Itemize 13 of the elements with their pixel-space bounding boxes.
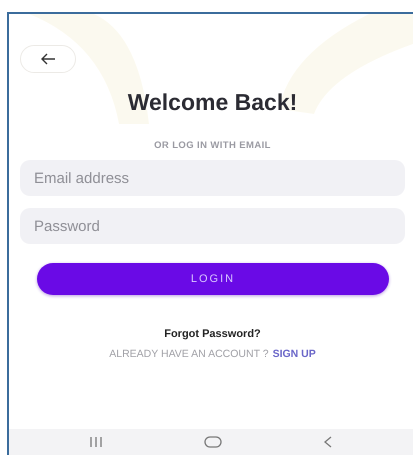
login-button[interactable]: LOGIN — [37, 263, 389, 295]
forgot-password-link[interactable]: Forgot Password? — [164, 328, 261, 340]
page-title: Welcome Back! — [126, 89, 298, 116]
email-field[interactable]: Email address — [20, 160, 405, 196]
section-subtitle: OR LOG IN WITH EMAIL — [153, 140, 272, 151]
signup-link[interactable]: SIGN UP — [272, 348, 316, 360]
back-nav-icon[interactable] — [322, 436, 333, 448]
recent-apps-icon[interactable] — [89, 437, 104, 447]
back-button[interactable] — [20, 45, 76, 73]
back-arrow-icon — [40, 53, 56, 65]
signup-prompt: ALREADY HAVE AN ACCOUNT ? — [109, 348, 269, 360]
home-icon[interactable] — [204, 436, 222, 448]
password-field[interactable]: Password — [20, 208, 405, 244]
